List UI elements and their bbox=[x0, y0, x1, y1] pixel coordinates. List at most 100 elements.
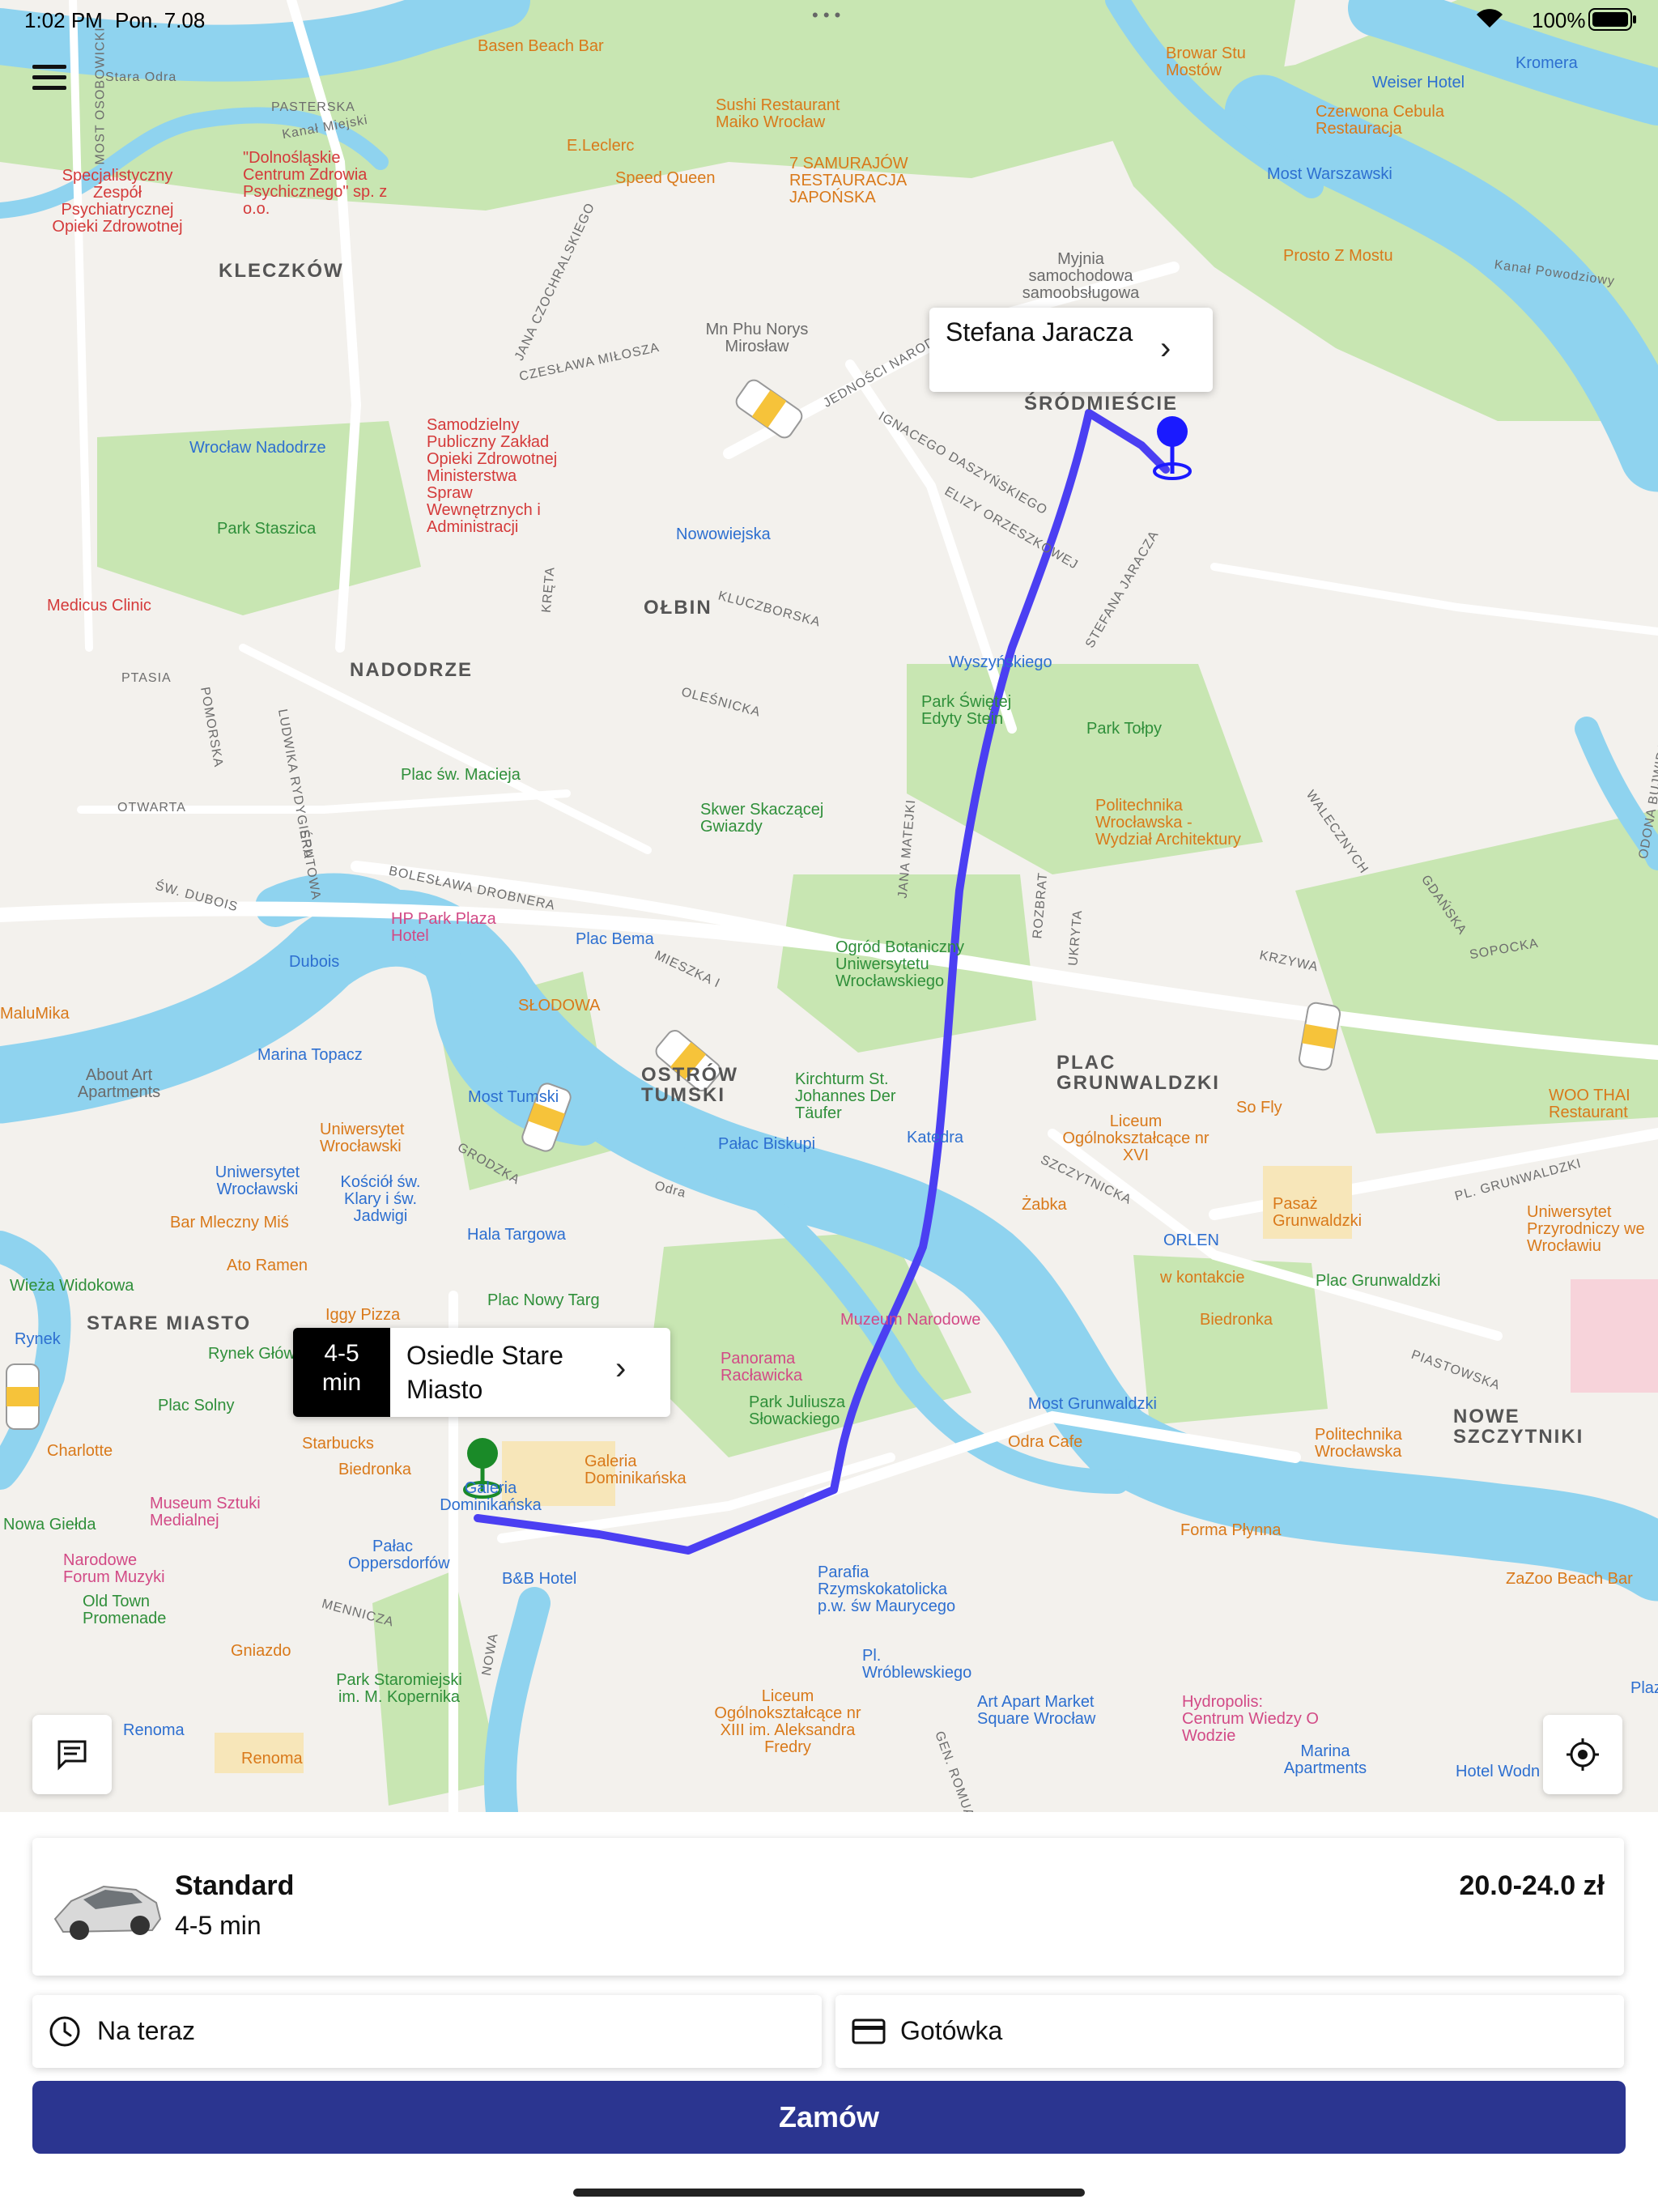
poi-label[interactable]: Plac Solny bbox=[158, 1397, 235, 1414]
poi-label[interactable]: Hydropolis: Centrum Wiedzy O Wodzie bbox=[1182, 1694, 1328, 1745]
poi-label[interactable]: SŁODOWA bbox=[518, 998, 601, 1015]
poi-label[interactable]: Plac Nowy Targ bbox=[487, 1292, 600, 1309]
poi-label[interactable]: Muzeum Narodowe bbox=[840, 1312, 980, 1329]
locate-button[interactable] bbox=[1543, 1715, 1622, 1794]
poi-label[interactable]: Renoma bbox=[123, 1722, 185, 1739]
poi-label[interactable]: w kontakcie bbox=[1160, 1270, 1245, 1287]
map-view[interactable]: KLECZKÓW NADODRZE OŁBIN ŚRÓDMIEŚCIE OSTR… bbox=[0, 0, 1658, 1812]
poi-label[interactable]: Renoma bbox=[241, 1750, 303, 1767]
poi-label[interactable]: About Art Apartments bbox=[66, 1067, 172, 1101]
poi-label[interactable]: Pałac Oppersdorfów bbox=[348, 1538, 450, 1572]
poi-label[interactable]: Wyszyńskiego bbox=[949, 654, 1052, 671]
poi-label[interactable]: Park Staromiejski im. M. Kopernika bbox=[330, 1672, 468, 1706]
poi-label[interactable]: E.Leclerc bbox=[567, 138, 634, 155]
poi-label[interactable]: Museum Sztuki Medialnej bbox=[150, 1495, 271, 1529]
poi-label[interactable]: Prosto Z Mostu bbox=[1283, 248, 1393, 265]
poi-label[interactable]: Bar Mleczny Miś bbox=[170, 1214, 289, 1231]
poi-label[interactable]: HP Park Plaza Hotel bbox=[391, 911, 496, 945]
poi-label[interactable]: Speed Queen bbox=[615, 170, 715, 187]
poi-label[interactable]: Park Tołpy bbox=[1086, 721, 1162, 738]
poi-label[interactable]: Nowowiejska bbox=[676, 526, 771, 543]
poi-label[interactable]: Parafia Rzymskokatolicka p.w. św Mauryce… bbox=[818, 1564, 980, 1615]
multitask-dots[interactable]: • • • bbox=[812, 5, 840, 26]
poi-label[interactable]: Sushi Restaurant Maiko Wrocław bbox=[716, 97, 861, 131]
poi-label[interactable]: Liceum Ogólnokształcące nr XVI bbox=[1055, 1113, 1217, 1164]
poi-label[interactable]: Hotel Wodn bbox=[1456, 1763, 1540, 1780]
poi-label[interactable]: Wrocław Nadodrze bbox=[189, 440, 326, 457]
poi-label[interactable]: Ato Ramen bbox=[227, 1257, 308, 1274]
poi-label[interactable]: Myjnia samochodowa samoobsługowa bbox=[1012, 251, 1150, 302]
poi-label[interactable]: Biedronka bbox=[1200, 1312, 1273, 1329]
poi-label[interactable]: Odra Cafe bbox=[1008, 1434, 1082, 1451]
poi-label[interactable]: Ogród Botaniczny Uniwersytetu Wrocławski… bbox=[835, 939, 997, 990]
poi-label[interactable]: Kromera bbox=[1516, 55, 1578, 72]
poi-label[interactable]: Nowa Giełda bbox=[3, 1516, 96, 1534]
poi-label[interactable]: Most Warszawski bbox=[1267, 166, 1392, 183]
poi-label[interactable]: Old Town Promenade bbox=[83, 1593, 204, 1627]
poi-label[interactable]: Marina Topacz bbox=[257, 1047, 363, 1064]
pickup-callout[interactable]: 4-5 min Osiedle Stare Miasto › bbox=[293, 1328, 670, 1417]
poi-label[interactable]: WOO THAI Restaurant bbox=[1549, 1087, 1658, 1121]
poi-label[interactable]: Starbucks bbox=[302, 1436, 374, 1453]
poi-label[interactable]: "Dolnośląskie Centrum Zdrowia Psychiczne… bbox=[243, 150, 397, 218]
poi-label[interactable]: ORLEN bbox=[1163, 1232, 1219, 1249]
poi-label[interactable]: Most Tumski bbox=[468, 1089, 559, 1106]
poi-label[interactable]: Plac Grunwaldzki bbox=[1316, 1273, 1441, 1290]
poi-label[interactable]: Panorama Racławicka bbox=[721, 1351, 834, 1385]
poi-label[interactable]: Browar Stu Mostów bbox=[1166, 45, 1271, 79]
payment-option-button[interactable]: Gotówka bbox=[835, 1995, 1624, 2068]
poi-label[interactable]: Uniwersytet Wrocławski bbox=[205, 1164, 310, 1198]
poi-label[interactable]: Uniwersytet Wrocławski bbox=[320, 1121, 433, 1155]
poi-label[interactable]: Pl. Wróblewskiego bbox=[862, 1648, 971, 1682]
poi-label[interactable]: Mn Phu Norys Mirosław bbox=[696, 321, 818, 355]
hamburger-icon[interactable] bbox=[32, 65, 66, 94]
poi-label[interactable]: Wieża Widokowa bbox=[10, 1278, 134, 1295]
poi-label[interactable]: Park Świętej Edyty Stein bbox=[921, 694, 1043, 728]
poi-label[interactable]: Rynek bbox=[15, 1331, 61, 1348]
poi-label[interactable]: Forma Płynna bbox=[1180, 1522, 1282, 1539]
poi-label[interactable]: Basen Beach Bar bbox=[478, 38, 604, 55]
poi-label[interactable]: Pałac Biskupi bbox=[718, 1136, 815, 1153]
poi-label[interactable]: Iggy Pizza bbox=[325, 1307, 400, 1324]
poi-label[interactable]: Kościół św. Klary i św. Jadwigi bbox=[332, 1174, 429, 1225]
poi-label[interactable]: Weiser Hotel bbox=[1372, 74, 1465, 91]
poi-label[interactable]: Uniwersytet Przyrodniczy we Wrocławiu bbox=[1527, 1204, 1648, 1255]
poi-label[interactable]: Most Grunwaldzki bbox=[1028, 1396, 1157, 1413]
home-indicator[interactable] bbox=[573, 2189, 1085, 2197]
ride-option-card[interactable]: Standard 4-5 min 20.0-24.0 zł bbox=[32, 1838, 1624, 1976]
chat-button[interactable] bbox=[32, 1715, 112, 1794]
poi-label[interactable]: Gniazdo bbox=[231, 1643, 291, 1660]
poi-label[interactable]: Liceum Ogólnokształcące nr XIII im. Alek… bbox=[707, 1688, 869, 1756]
order-button[interactable]: Zamów bbox=[32, 2081, 1626, 2154]
poi-label[interactable]: 7 SAMURAJÓW RESTAURACJA JAPOŃSKA bbox=[789, 155, 935, 206]
poi-label[interactable]: Plaza bbox=[1630, 1680, 1658, 1697]
poi-label[interactable]: Politechnika Wrocławska - Wydział Archit… bbox=[1095, 798, 1249, 849]
poi-label[interactable]: ZaZoo Beach Bar bbox=[1506, 1571, 1633, 1588]
poi-label[interactable]: Biedronka bbox=[338, 1461, 411, 1478]
poi-label[interactable]: Czerwona Cebula Restauracja bbox=[1316, 104, 1469, 138]
poi-label[interactable]: Park Juliusza Słowackiego bbox=[749, 1394, 870, 1428]
poi-label[interactable]: Plac Bema bbox=[576, 931, 654, 948]
poi-label[interactable]: Galeria Dominikańska bbox=[585, 1453, 698, 1487]
time-option-button[interactable]: Na teraz bbox=[32, 1995, 822, 2068]
poi-label[interactable]: Art Apart Market Square Wrocław bbox=[977, 1694, 1123, 1728]
poi-label[interactable]: Skwer Skaczącej Gwiazdy bbox=[700, 802, 846, 836]
destination-callout[interactable]: Stefana Jaracza › bbox=[929, 308, 1213, 392]
poi-label[interactable]: Katedra bbox=[907, 1129, 963, 1146]
poi-label[interactable]: So Fly bbox=[1236, 1100, 1282, 1117]
poi-label[interactable]: Dubois bbox=[289, 954, 339, 971]
poi-label[interactable]: Hala Targowa bbox=[467, 1227, 566, 1244]
poi-label[interactable]: Charlotte bbox=[47, 1443, 113, 1460]
poi-label[interactable]: Specjalistyczny Zespół Psychiatrycznej O… bbox=[49, 168, 186, 236]
poi-label[interactable]: Pasaż Grunwaldzki bbox=[1273, 1196, 1370, 1230]
poi-label[interactable]: Narodowe Forum Muzyki bbox=[63, 1552, 185, 1586]
poi-label[interactable]: Park Staszica bbox=[217, 521, 316, 538]
poi-label[interactable]: Medicus Clinic bbox=[47, 598, 151, 615]
poi-label[interactable]: Politechnika Wrocławska bbox=[1315, 1427, 1420, 1461]
poi-label[interactable]: Kirchturm St. Johannes Der Täufer bbox=[795, 1071, 916, 1122]
poi-label[interactable]: MaluMika bbox=[0, 1006, 70, 1023]
poi-label[interactable]: Samodzielny Publiczny Zakład Opieki Zdro… bbox=[427, 417, 564, 536]
poi-label[interactable]: Plac św. Macieja bbox=[401, 767, 521, 784]
poi-label[interactable]: Żabka bbox=[1022, 1197, 1067, 1214]
poi-label[interactable]: B&B Hotel bbox=[502, 1571, 576, 1588]
